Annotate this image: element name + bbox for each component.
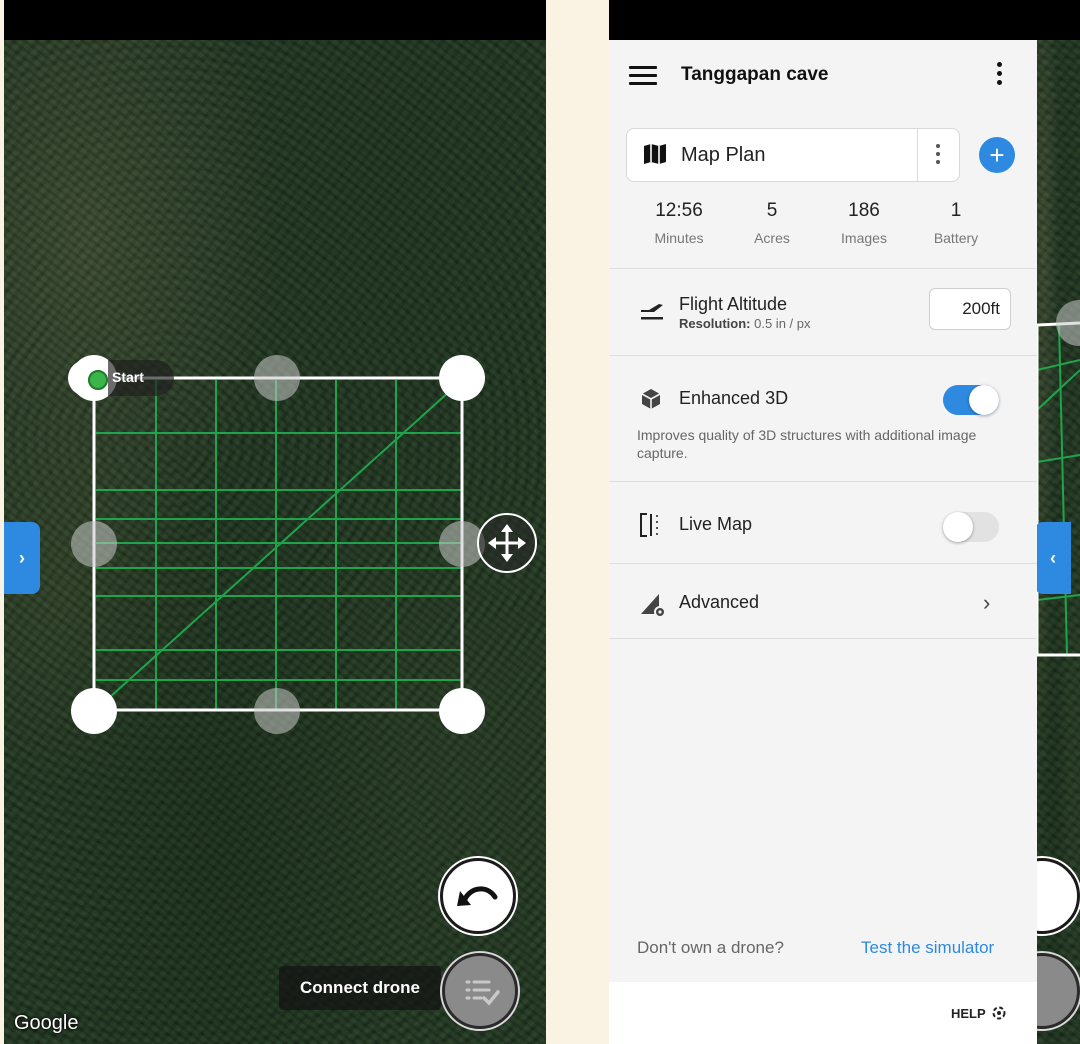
cube-icon [641,389,661,409]
chevron-right-icon[interactable]: › [983,590,990,616]
corner-handle-top-right[interactable] [439,355,485,401]
midpoint-handle-bottom[interactable] [254,688,300,734]
expand-panel-tab[interactable]: › [4,522,40,594]
divider [917,129,918,181]
midpoint-handle-left[interactable] [71,521,117,567]
lifebuoy-icon [992,1006,1006,1020]
project-title: Tanggapan cave [681,64,829,85]
grid-line [1036,454,1080,463]
enhanced-3d-label: Enhanced 3D [679,388,789,408]
live-map-label: Live Map [679,514,753,534]
flight-altitude-label: Flight Altitude [679,294,788,314]
start-label: Start [112,369,144,385]
collapse-panel-tab[interactable]: ‹ [1035,522,1071,594]
chevron-right-icon: › [19,547,25,568]
move-arrows-icon [488,524,526,562]
grid-line [1036,594,1080,601]
right-screen: ‹ Tanggapan cave Map Plan + 12:56 Minute… [609,0,1080,1044]
start-dot [88,370,108,390]
grid-line [1058,324,1068,656]
hamburger-menu-icon[interactable] [629,66,657,86]
chevron-left-icon: ‹ [1050,547,1056,568]
mission-panel: Tanggapan cave Map Plan + 12:56 Minutes … [609,40,1037,1044]
midpoint-handle-top[interactable] [254,355,300,401]
panel-header: Tanggapan cave [609,40,1037,114]
stat-battery: 1 Battery [933,200,979,246]
advanced-label[interactable]: Advanced [679,592,759,613]
enhanced-3d-description: Improves quality of 3D structures with a… [637,427,977,461]
divider [609,355,1037,356]
plan-options-icon[interactable] [936,144,942,168]
flight-stats: 12:56 Minutes 5 Acres 186 Images 1 Batte… [629,200,1019,256]
undo-icon [457,886,498,906]
divider [609,638,1037,639]
checklist-button[interactable] [442,953,518,1029]
corner-handle-bottom-left[interactable] [71,688,117,734]
stat-images: 186 Images [841,200,887,246]
flight-altitude-input[interactable]: 200ft [929,288,1011,330]
plan-boundary [1035,321,1080,657]
add-plan-button[interactable]: + [979,137,1015,173]
corner-handle-bottom-right[interactable] [439,688,485,734]
enhanced-3d-toggle[interactable] [943,385,999,415]
stat-minutes: 12:56 Minutes [654,200,704,246]
grid-line [1036,369,1080,411]
connect-drone-label[interactable]: Connect drone [279,966,441,1010]
divider [609,563,1037,564]
stat-acres: 5 Acres [754,200,790,246]
advanced-settings-icon [641,594,666,618]
plan-name: Map Plan [681,144,766,166]
left-screen: Start › Connect drone Google [4,0,546,1044]
undo-button[interactable] [440,858,516,934]
divider [609,481,1037,482]
plan-selector[interactable]: Map Plan [626,128,960,182]
more-options-icon[interactable] [997,62,1003,89]
test-simulator-link[interactable]: Test the simulator [861,938,994,958]
no-drone-question: Don't own a drone? [637,938,784,957]
move-plan-button[interactable] [477,513,537,573]
resolution-info: Resolution: 0.5 in / px [679,316,811,331]
checklist-icon [465,980,500,1006]
divider [609,268,1037,269]
help-button[interactable]: HELP [951,1006,1006,1021]
live-map-toggle[interactable] [943,512,999,542]
live-map-icon [640,513,658,537]
grid-line [1036,359,1080,371]
map-icon [644,144,666,164]
google-attribution: Google [14,1012,79,1034]
airplane-takeoff-icon [641,304,663,320]
